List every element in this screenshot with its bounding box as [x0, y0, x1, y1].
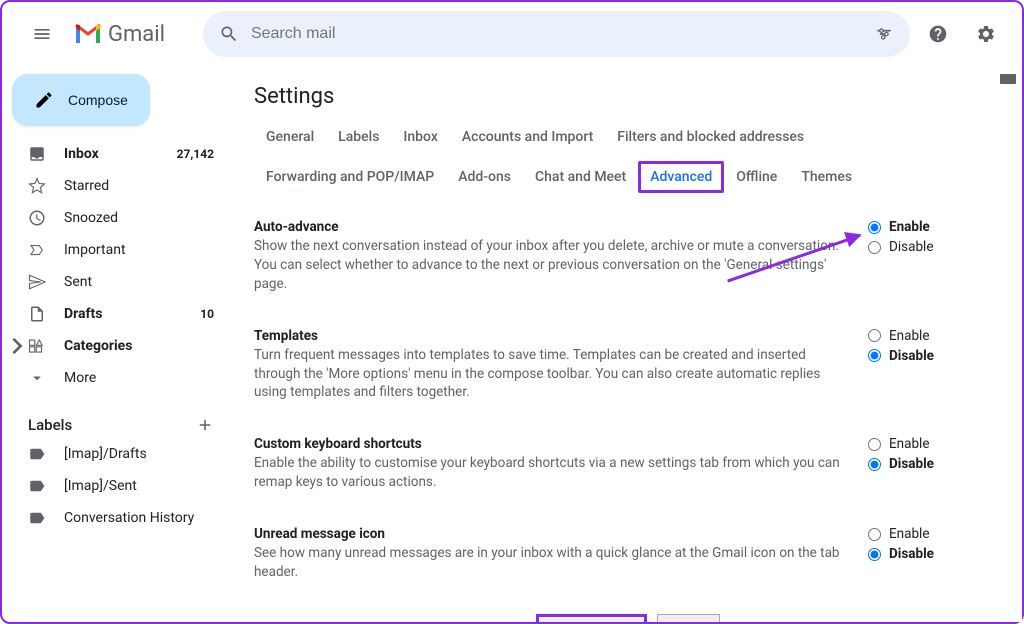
sidebar-item-more[interactable]: More — [2, 362, 226, 394]
labels-header: Labels — [2, 408, 226, 438]
tab-chat[interactable]: Chat and Meet — [523, 161, 638, 193]
save-changes-button[interactable]: Save Changes — [536, 614, 647, 622]
tab-offline[interactable]: Offline — [724, 161, 789, 193]
sidebar-item-starred[interactable]: Starred — [2, 170, 226, 202]
tab-addons[interactable]: Add-ons — [446, 161, 523, 193]
setting-unread-icon: Unread message icon See how many unread … — [254, 516, 1002, 606]
tab-labels[interactable]: Labels — [326, 121, 391, 153]
tab-themes[interactable]: Themes — [789, 161, 864, 193]
tab-inbox[interactable]: Inbox — [391, 121, 449, 153]
setting-auto-advance: Auto-advance Show the next conversation … — [254, 209, 1002, 318]
label-imap-drafts[interactable]: [Imap]/Drafts — [2, 438, 226, 470]
send-icon — [28, 273, 46, 291]
sidebar-item-inbox[interactable]: Inbox 27,142 — [2, 138, 226, 170]
label-conversation-history[interactable]: Conversation History — [2, 502, 226, 534]
setting-custom-shortcuts: Custom keyboard shortcuts Enable the abi… — [254, 426, 1002, 516]
label-icon — [28, 509, 46, 527]
settings-gear-icon[interactable] — [966, 14, 1006, 54]
search-bar[interactable] — [203, 11, 910, 57]
inbox-icon — [28, 145, 46, 163]
sidebar-item-categories[interactable]: Categories — [2, 330, 226, 362]
important-icon — [28, 241, 46, 259]
shortcuts-disable[interactable]: Disable — [868, 456, 998, 472]
file-icon — [28, 305, 46, 323]
sidebar: Compose Inbox 27,142 Starred Snoozed Imp… — [2, 66, 234, 622]
auto-advance-enable[interactable]: Enable — [868, 219, 998, 235]
support-icon[interactable] — [918, 14, 958, 54]
settings-panel: Settings General Labels Inbox Accounts a… — [234, 66, 1022, 622]
templates-enable[interactable]: Enable — [868, 328, 998, 344]
pencil-icon — [34, 90, 54, 110]
label-icon — [28, 445, 46, 463]
tab-forwarding[interactable]: Forwarding and POP/IMAP — [254, 161, 446, 193]
settings-title: Settings — [234, 66, 1022, 117]
caret-right-icon — [8, 337, 26, 355]
sidebar-item-drafts[interactable]: Drafts 10 — [2, 298, 226, 330]
unread-icon-enable[interactable]: Enable — [868, 526, 998, 542]
shortcuts-enable[interactable]: Enable — [868, 436, 998, 452]
label-imap-sent[interactable]: [Imap]/Sent — [2, 470, 226, 502]
compose-button[interactable]: Compose — [12, 74, 150, 126]
auto-advance-disable[interactable]: Disable — [868, 239, 998, 255]
templates-disable[interactable]: Disable — [868, 348, 998, 364]
search-icon — [219, 24, 239, 44]
settings-tabs: General Labels Inbox Accounts and Import… — [234, 117, 1022, 193]
label-icon — [28, 477, 46, 495]
chevron-down-icon — [28, 369, 46, 387]
categories-icon — [28, 337, 46, 355]
setting-templates: Templates Turn frequent messages into te… — [254, 318, 1002, 427]
sidebar-item-important[interactable]: Important — [2, 234, 226, 266]
tab-general[interactable]: General — [254, 121, 326, 153]
tab-accounts[interactable]: Accounts and Import — [450, 121, 605, 153]
tab-advanced[interactable]: Advanced — [638, 161, 724, 193]
add-label-icon[interactable] — [196, 416, 214, 434]
input-tools-icon[interactable] — [1000, 74, 1016, 84]
tab-filters[interactable]: Filters and blocked addresses — [605, 121, 816, 153]
sidebar-item-snoozed[interactable]: Snoozed — [2, 202, 226, 234]
gmail-logo[interactable]: Gmail — [74, 22, 165, 47]
sidebar-item-sent[interactable]: Sent — [2, 266, 226, 298]
unread-icon-disable[interactable]: Disable — [868, 546, 998, 562]
clock-icon — [28, 209, 46, 227]
star-icon — [28, 177, 46, 195]
app-header: Gmail — [2, 2, 1022, 66]
gmail-icon — [74, 23, 102, 45]
search-input[interactable] — [251, 25, 862, 43]
compose-label: Compose — [68, 92, 128, 108]
cancel-button[interactable]: Cancel — [657, 614, 719, 622]
search-options-icon[interactable] — [874, 24, 894, 44]
main-menu-icon[interactable] — [18, 10, 66, 58]
brand-name: Gmail — [108, 22, 165, 47]
